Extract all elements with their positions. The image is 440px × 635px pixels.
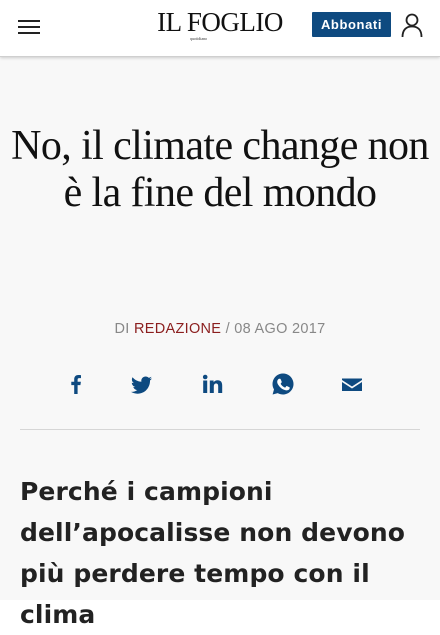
logo-text: IL FOGLIO (157, 7, 283, 37)
article-date: / 08 AGO 2017 (225, 321, 326, 337)
top-header: IL FOGLIO quotidiano Abbonati (0, 0, 440, 57)
article-area: No, il climate change non è la fine del … (0, 57, 440, 629)
author-link[interactable]: REDAZIONE (134, 321, 221, 337)
whatsapp-icon[interactable] (268, 369, 298, 399)
user-account-icon[interactable] (400, 12, 424, 38)
email-icon[interactable] (337, 369, 367, 399)
linkedin-icon[interactable] (198, 369, 228, 399)
byline-prefix: DI (114, 321, 130, 337)
hamburger-menu-icon[interactable] (12, 12, 46, 42)
article-title: No, il climate change non è la fine del … (11, 123, 429, 216)
share-bar (0, 369, 440, 401)
site-logo[interactable]: IL FOGLIO quotidiano (150, 8, 290, 41)
facebook-icon[interactable] (61, 369, 91, 399)
article-byline: DI REDAZIONE / 08 AGO 2017 (0, 321, 440, 337)
article-subtitle: Perché i campioni dell’apocalisse non de… (20, 477, 406, 629)
section-divider (20, 429, 420, 430)
subscribe-button[interactable]: Abbonati (312, 12, 391, 37)
twitter-icon[interactable] (127, 369, 157, 399)
